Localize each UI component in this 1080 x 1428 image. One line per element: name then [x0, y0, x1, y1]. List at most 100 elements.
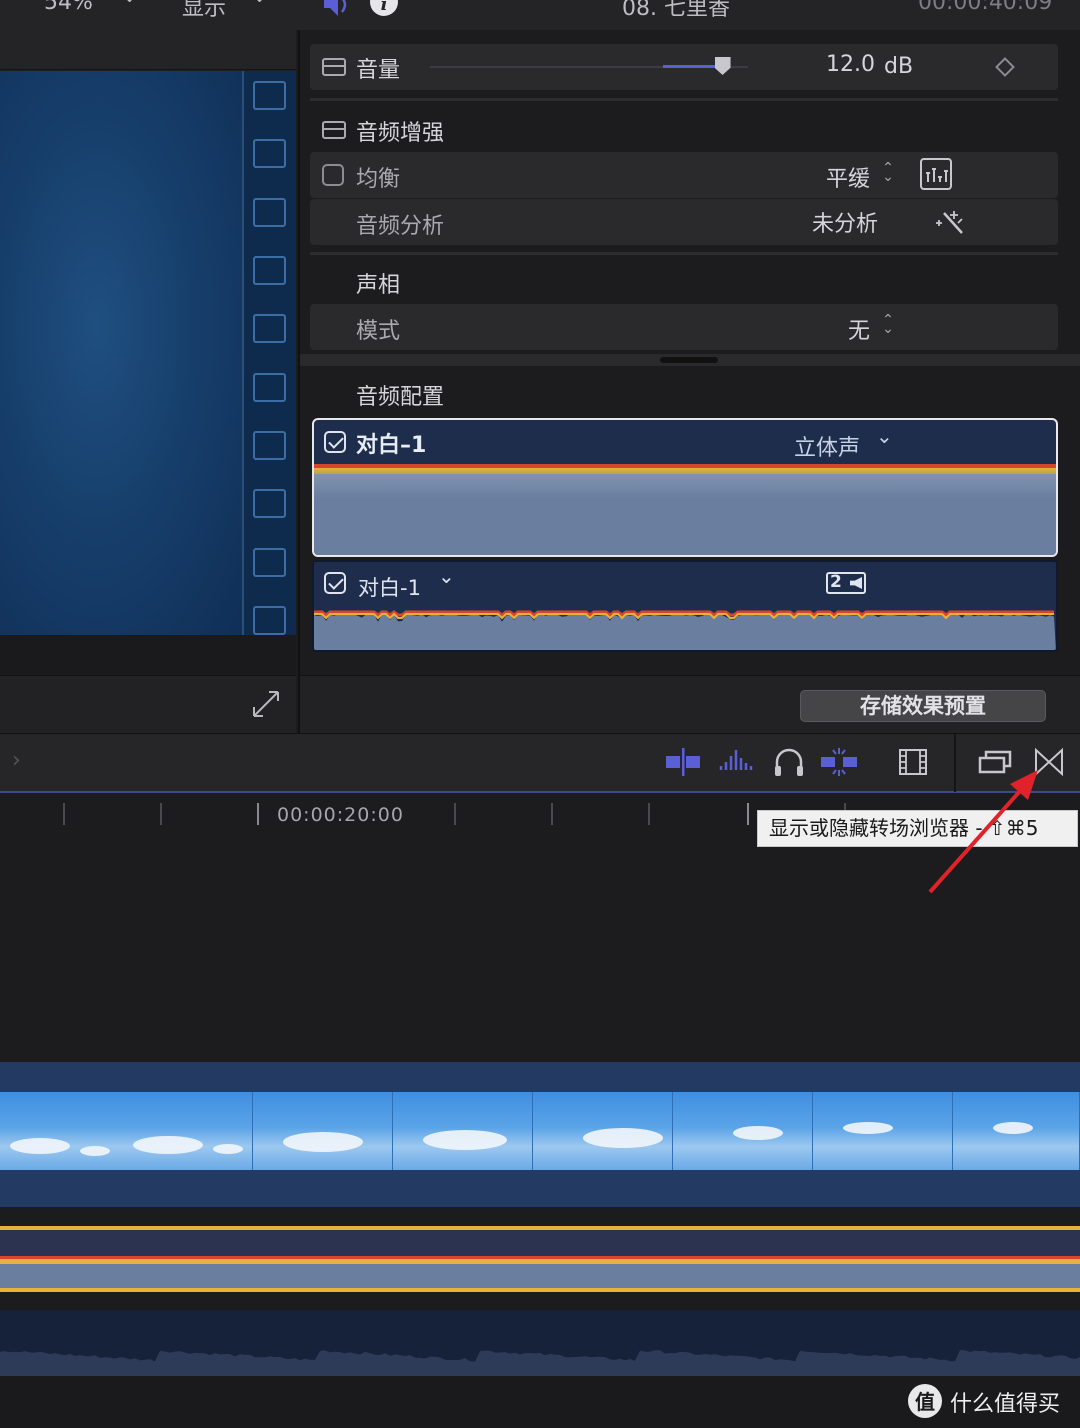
audio-waveform	[314, 610, 1056, 650]
pan-mode-value[interactable]: 无	[848, 313, 870, 345]
header-timecode: 00:00:40:09	[918, 0, 1053, 15]
film-frame	[253, 548, 286, 577]
updown-icon[interactable]: ⌃ ⌄	[882, 313, 894, 336]
clip-appearance-icon[interactable]	[664, 746, 702, 778]
video-thumbnail	[533, 1092, 673, 1170]
inspector-footer: 存储效果预置	[298, 675, 1080, 733]
volume-label: 音量	[356, 58, 401, 83]
chevron-down-icon[interactable]: ⌄	[122, 0, 137, 7]
video-thumbnail	[673, 1092, 813, 1170]
zoom-level[interactable]: 54%	[44, 0, 93, 15]
snapping-icon[interactable]	[820, 746, 858, 778]
audio-clip[interactable]	[0, 1226, 1080, 1292]
audio-clip-border	[0, 1226, 1080, 1230]
divider-handle[interactable]	[660, 357, 718, 363]
film-frame	[253, 489, 286, 518]
ruler-tick	[747, 803, 749, 825]
view-menu[interactable]: 显示	[182, 0, 226, 22]
channel-count-icon: 2	[826, 572, 866, 594]
video-thumbnail	[393, 1092, 533, 1170]
pan-mode-label: 模式	[356, 319, 401, 344]
keyframe-icon[interactable]	[995, 57, 1015, 77]
viewer	[0, 30, 296, 675]
chevron-down-icon[interactable]: ⌄	[438, 564, 455, 588]
fullscreen-icon[interactable]	[252, 690, 280, 718]
equalization-label: 均衡	[356, 167, 401, 192]
magic-wand-icon[interactable]	[932, 209, 966, 235]
headphones-icon[interactable]	[770, 746, 808, 778]
film-frame	[253, 139, 286, 168]
info-icon[interactable]: i	[368, 0, 400, 20]
film-frame	[253, 431, 286, 460]
volume-unit: dB	[884, 54, 914, 79]
updown-icon[interactable]: ⌃ ⌄	[882, 161, 894, 184]
video-thumbnail	[813, 1092, 953, 1170]
audio-channel-card-selected[interactable]: 对白–1 立体声 ⌄	[312, 418, 1058, 557]
ruler-timecode: 00:00:20:00	[277, 804, 404, 826]
film-frame	[253, 256, 286, 285]
audio-enhance-title: 音频增强	[356, 121, 445, 146]
save-effects-preset-button[interactable]: 存储效果预置	[800, 690, 1046, 722]
viewer-filmstrip	[242, 71, 296, 635]
clip-title: 08. 七里香	[622, 0, 730, 21]
ruler-tick	[454, 803, 456, 825]
audio-config-title: 音频配置	[356, 385, 445, 410]
audio-channel-card[interactable]: 对白-1 ⌄ 2	[312, 560, 1058, 652]
video-thumbnail	[953, 1092, 1080, 1170]
ruler-tick	[648, 803, 650, 825]
music-waveform	[0, 1350, 1080, 1376]
audio-clip-border	[0, 1288, 1080, 1292]
watermark-logo: 值	[908, 1384, 942, 1418]
channel-checkbox[interactable]	[324, 572, 346, 594]
viewer-header	[0, 30, 296, 70]
right-chevron-icon[interactable]: ›	[12, 748, 21, 773]
ruler-tick	[551, 803, 553, 825]
audio-analysis-row: 音频分析 未分析	[310, 199, 1058, 245]
chevron-down-icon[interactable]: ⌄	[252, 0, 267, 7]
pan-mode-row: 模式 无 ⌃ ⌄	[310, 304, 1058, 350]
audio-waveform-icon[interactable]	[718, 746, 756, 778]
timeline-area[interactable]	[0, 835, 1080, 1055]
viewer-footer	[0, 675, 296, 733]
pan-title: 声相	[356, 273, 401, 298]
ruler-tick	[160, 803, 162, 825]
svg-text:i: i	[381, 0, 388, 15]
section-toggle-icon[interactable]	[322, 121, 346, 139]
ruler-tick	[63, 803, 65, 825]
equalizer-icon[interactable]	[920, 158, 952, 190]
channel-count: 2	[830, 572, 842, 592]
video-filmstrip	[0, 1092, 1080, 1170]
audio-analysis-label: 音频分析	[356, 214, 445, 239]
watermark-text: 什么值得买	[950, 1392, 1061, 1417]
film-frame	[253, 198, 286, 227]
annotation-arrow	[928, 770, 1038, 894]
equalization-value[interactable]: 平缓	[826, 161, 870, 193]
volume-slider-fill	[662, 65, 723, 68]
volume-row: 音量 12.0 dB	[310, 44, 1058, 90]
audio-inspector: 音量 12.0 dB 音频增强 均衡 平缓 ⌃ ⌄ 音频分析 未分析 声相 模式 …	[298, 30, 1080, 675]
channel-checkbox[interactable]	[324, 431, 346, 453]
volume-value[interactable]: 12.0	[826, 52, 875, 77]
music-clip[interactable]	[0, 1310, 1080, 1376]
separator	[310, 252, 1058, 255]
waveform-body	[314, 474, 1056, 555]
chevron-down-icon[interactable]: ⌄	[876, 424, 893, 448]
separator	[310, 98, 1058, 101]
ruler-tick	[257, 803, 259, 825]
video-clip[interactable]	[0, 1062, 1080, 1207]
channel-format[interactable]: 立体声	[794, 430, 860, 462]
section-toggle-icon[interactable]	[322, 58, 346, 76]
pane-divider[interactable]	[300, 354, 1080, 366]
film-frame	[253, 373, 286, 402]
video-thumbnail	[253, 1092, 393, 1170]
film-frame	[253, 81, 286, 110]
film-frame	[253, 606, 286, 635]
viewer-image[interactable]	[0, 71, 242, 635]
volume-slider-knob[interactable]	[714, 57, 731, 75]
speaker-icon[interactable]	[322, 0, 354, 18]
top-bar: 54% ⌄ 显示 ⌄ i 08. 七里香 00:00:40:09	[0, 0, 1080, 30]
video-thumbnail	[113, 1092, 253, 1170]
viewer-bottom	[0, 635, 296, 675]
equalization-checkbox[interactable]	[322, 164, 344, 186]
film-frame	[253, 314, 286, 343]
